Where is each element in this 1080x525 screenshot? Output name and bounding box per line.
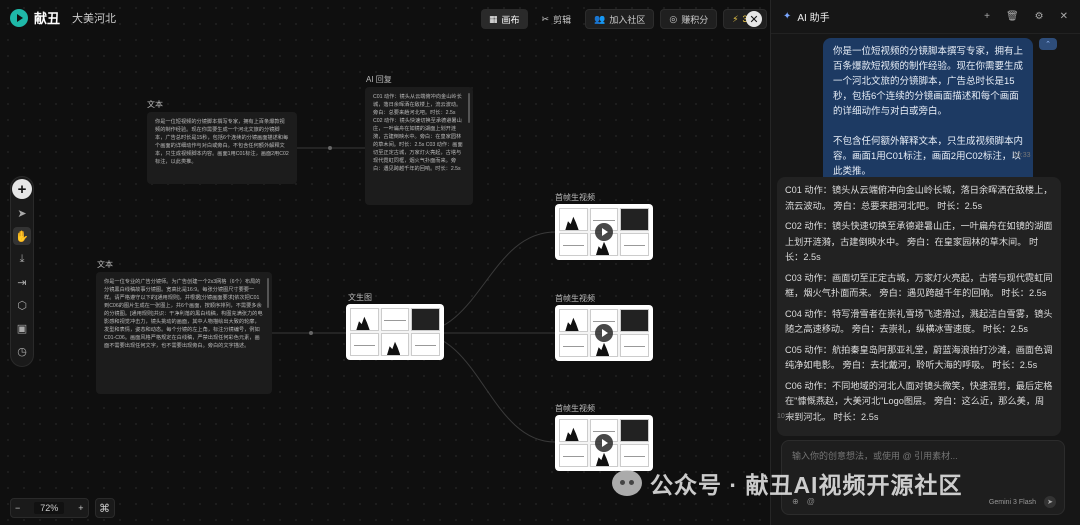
watermark-text: 公众号 · 献丑AI视频开源社区 (650, 472, 963, 498)
send-icon[interactable]: ➤ (1044, 496, 1056, 508)
text-node-2[interactable]: 你是一位专业的广告分镜师。为广告创建一个2x3网格（6个）布局的分镜黑白线稿故事… (96, 272, 272, 394)
zoom-in-button[interactable]: + (78, 503, 83, 513)
ai-message-line: C05 动作：航拍秦皇岛阿那亚礼堂，蔚蓝海浪拍打沙滩，画面色调纯净如电影。 旁白… (785, 344, 1053, 371)
nav-edit-button[interactable]: ✂ 剪辑 (534, 9, 580, 29)
play-icon[interactable] (595, 223, 613, 241)
storyboard-image-node[interactable] (346, 304, 444, 360)
message-timestamp: 10:33 (1013, 152, 1031, 159)
shortcuts-button[interactable]: ⌘ (94, 498, 115, 518)
close-icon[interactable]: ✕ (746, 11, 762, 27)
ai-reply-node-label: AI 回复 (366, 75, 392, 84)
storyboard-node-label: 文生图 (348, 293, 372, 302)
video-node-2[interactable] (555, 305, 653, 361)
play-icon[interactable] (595, 324, 613, 342)
scissors-icon: ✂ (541, 13, 550, 24)
message-timestamp: 10:33 (777, 413, 795, 420)
nav-edit-label: 剪辑 (553, 14, 572, 25)
wechat-logo-icon (612, 470, 642, 496)
arrow-right-bar-icon[interactable]: ⇥ (13, 273, 31, 291)
ai-reply-node-content: C01 动作：镜头从云端俯冲向金山岭长城，落日余晖洒在敌楼上，流云波动。旁白：总… (373, 94, 463, 172)
zoom-level[interactable]: 72% (34, 502, 65, 514)
nav-earn-button[interactable]: ◎ 赚积分 (660, 9, 718, 29)
nav-earn-label: 赚积分 (681, 14, 709, 25)
user-message-p1: 你是一位短视频的分镜脚本撰写专家，拥有上百条爆款短视频的制作经验。现在你需要生成… (833, 46, 1024, 117)
nav-canvas-button[interactable]: ▦ 画布 (481, 9, 528, 29)
video-node-2-label: 首帧生视频 (555, 294, 595, 303)
nav-canvas-label: 画布 (501, 14, 520, 25)
video-node-1[interactable] (555, 204, 653, 260)
play-icon[interactable] (595, 434, 613, 452)
nav-community-label: 加入社区 (609, 14, 646, 25)
download-icon[interactable]: ⤓ (13, 250, 31, 268)
users-icon: 👥 (594, 13, 606, 24)
ai-message: C01 动作：镜头从云端俯冲向金山岭长城，落日余晖洒在敌楼上，流云波动。 旁白：… (777, 177, 1061, 436)
ai-message-line: C06 动作：不同地域的河北人面对镜头微笑，快速混剪，最后定格在"慷慨燕赵，大美… (785, 380, 1053, 422)
panel-header: ✦ AI 助手 + 🗑 ⚙ ✕ (771, 0, 1080, 34)
project-name[interactable]: 大美河北 (72, 10, 116, 26)
sparkle-icon: ✦ (783, 11, 792, 22)
zoom-out-button[interactable]: − (15, 503, 20, 513)
video-node-3-label: 首帧生视频 (555, 404, 595, 413)
canvas-area[interactable]: 献丑 大美河北 ▦画布✂剪辑👥加入社区◎赚积分⚡326 ✕ + ➤ ✋ ⤓ ⇥ … (0, 0, 770, 525)
storyboard-image (350, 308, 440, 356)
trash-icon[interactable]: 🗑 (1006, 11, 1019, 22)
image-icon[interactable]: ▣ (13, 319, 31, 337)
node-connector[interactable] (309, 331, 313, 335)
close-icon[interactable]: ✕ (1060, 11, 1068, 22)
text-node-1-label: 文本 (147, 100, 163, 109)
brand-name: 献丑 (34, 11, 61, 26)
node-scrollbar[interactable] (468, 93, 470, 123)
app-header: 献丑 大美河北 (10, 8, 116, 27)
node-scrollbar[interactable] (267, 278, 269, 308)
video-node-3[interactable] (555, 415, 653, 471)
coin-icon: ◎ (669, 13, 678, 24)
gear-icon[interactable]: ⚙ (1035, 11, 1044, 22)
text-node-2-label: 文本 (97, 260, 113, 269)
video-node-1-label: 首帧生视频 (555, 193, 595, 202)
grid-icon: ▦ (489, 13, 498, 24)
text-node-1[interactable]: 你是一位短视频的分镜脚本撰写专家，拥有上百条爆款视频的制作经验。现在你需要生成一… (147, 112, 297, 184)
ai-message-line: C04 动作：特写滑雪者在崇礼雪场飞速滑过，溅起洁白雪雾，镜头随之高速移动。 旁… (785, 308, 1053, 335)
text-node-2-content: 你是一位专业的广告分镜师。为广告创建一个2x3网格（6个）布局的分镜黑白线稿故事… (104, 279, 263, 349)
ai-assistant-panel: ✦ AI 助手 + 🗑 ⚙ ✕ ⌃ 你是一位短视频的分镜脚本撰写专家，拥有上百条… (770, 0, 1080, 525)
clock-icon[interactable]: ◷ (13, 342, 31, 360)
pointer-icon[interactable]: ➤ (13, 204, 31, 222)
user-message: 你是一位短视频的分镜脚本撰写专家，拥有上百条爆款短视频的制作经验。现在你需要生成… (823, 38, 1033, 187)
ai-message-line: C01 动作：镜头从云端俯冲向金山岭长城，落日余晖洒在敌楼上，流云波动。 旁白：… (785, 185, 1053, 211)
left-toolbar: + ➤ ✋ ⤓ ⇥ ⬡ ▣ ◷ (10, 176, 34, 367)
zoom-group: − 72% + (10, 498, 89, 518)
app-logo (10, 8, 28, 27)
user-avatar: ⌃ (1039, 38, 1057, 50)
hand-icon[interactable]: ✋ (13, 227, 31, 245)
model-selector[interactable]: Gemini 3 Flash (989, 499, 1036, 506)
chat-input[interactable] (792, 451, 1052, 461)
cube-icon[interactable]: ⬡ (13, 296, 31, 314)
panel-title: AI 助手 (797, 13, 830, 24)
nav-community-button[interactable]: 👥 加入社区 (585, 9, 655, 29)
ai-message-line: C03 动作：画面切至正定古城，万家灯火亮起，古塔与现代霓虹同框，烟火气扑面而来… (785, 272, 1053, 299)
ai-message-line: C02 动作：镜头快速切换至承德避暑山庄，一叶扁舟在如镜的湖面上划开涟漪，古建倒… (785, 221, 1053, 262)
new-chat-icon[interactable]: + (984, 11, 990, 22)
watermark: 公众号 · 献丑AI视频开源社区 (612, 466, 962, 500)
lightning-icon: ⚡ (732, 13, 739, 24)
user-message-p2: 不包含任何额外解释文本，只生成视频脚本内容。画面1用C01标注，画面2用C02标… (833, 136, 1024, 177)
zoom-controls: − 72% + ⌘ (10, 498, 115, 518)
add-node-icon[interactable]: + (12, 179, 32, 199)
node-connector[interactable] (328, 146, 332, 150)
text-node-1-content: 你是一位短视频的分镜脚本撰写专家，拥有上百条爆款视频的制作经验。现在你需要生成一… (155, 119, 289, 165)
ai-reply-node[interactable]: C01 动作：镜头从云端俯冲向金山岭长城，落日余晖洒在敌楼上，流云波动。旁白：总… (365, 87, 473, 205)
top-navigation: ▦画布✂剪辑👥加入社区◎赚积分⚡326 (481, 9, 767, 29)
